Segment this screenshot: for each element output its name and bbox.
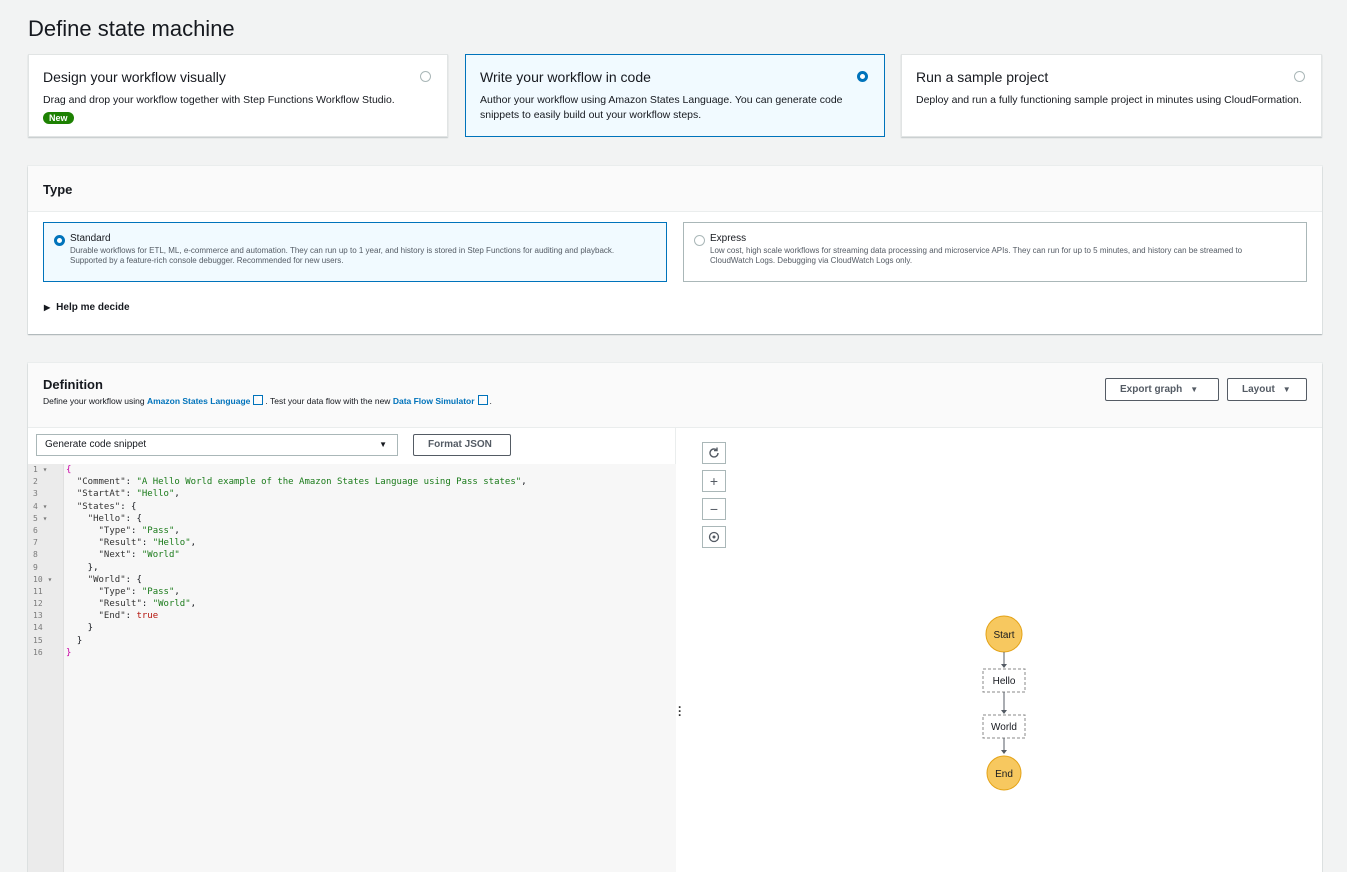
line-number: 16 [33, 647, 43, 657]
line-number: 2 [33, 477, 38, 487]
asl-link[interactable]: Amazon States Language [147, 396, 250, 406]
line-gutter: 1 ▾ 2 3 4 ▾ 5 ▾ 6 7 8 9 10 ▾ 11 12 13 14 15 16 [28, 464, 64, 872]
generate-snippet-select[interactable]: Generate code snippet ▼ [36, 434, 398, 456]
help-me-decide-toggle[interactable]: ▶ Help me decide [44, 302, 130, 313]
page-title: Define state machine [28, 16, 235, 41]
end-node-label: End [995, 769, 1013, 780]
card-desc: Author your workflow using Amazon States… [480, 94, 843, 121]
radio-write-code[interactable] [857, 71, 868, 82]
line-number: 12 [33, 599, 43, 609]
new-badge: New [43, 112, 74, 124]
line-number: 8 [33, 550, 38, 560]
arrow-icon [1001, 750, 1007, 754]
pane-resize-handle[interactable]: · · · [678, 701, 682, 721]
radio-design-visually[interactable] [420, 71, 431, 82]
type-label: Express [710, 233, 747, 244]
card-design-visually[interactable]: Design your workflow visually Drag and d… [28, 54, 448, 137]
code-body[interactable]: { "Comment": "A Hello World example of t… [66, 464, 527, 659]
caret-down-icon: ▼ [1190, 385, 1199, 394]
card-title: Run a sample project [916, 69, 1049, 85]
card-sample-project[interactable]: Run a sample project Deploy and run a fu… [901, 54, 1322, 137]
line-number: 1 ▾ [33, 465, 48, 474]
card-desc: Deploy and run a fully functioning sampl… [916, 94, 1302, 106]
type-desc: Low cost, high scale workflows for strea… [710, 246, 1243, 265]
line-number: 5 ▾ [33, 513, 48, 523]
radio-sample-project[interactable] [1294, 71, 1305, 82]
line-number: 6 [33, 525, 38, 535]
card-desc: Drag and drop your workflow together wit… [43, 94, 395, 106]
type-express-option[interactable]: Express Low cost, high scale workflows f… [683, 222, 1307, 282]
line-number: 10 ▾ [33, 574, 53, 584]
data-flow-simulator-link[interactable]: Data Flow Simulator [393, 396, 475, 406]
type-panel: Type Standard Durable workflows for ETL,… [28, 166, 1322, 334]
arrow-icon [1001, 710, 1007, 714]
layout-button[interactable]: Layout ▼ [1227, 378, 1307, 401]
caret-right-icon: ▶ [44, 303, 51, 312]
external-link-icon [253, 395, 264, 405]
type-header: Type [28, 166, 1322, 212]
code-editor-pane: Generate code snippet ▼ Format JSON 1 ▾ 2… [28, 428, 676, 872]
type-standard-option[interactable]: Standard Durable workflows for ETL, ML, … [43, 222, 667, 282]
line-number: 7 [33, 538, 38, 548]
card-write-code[interactable]: Write your workflow in code Author your … [465, 54, 885, 137]
start-node-label: Start [993, 630, 1014, 641]
workflow-graph: Start Hello World End [982, 615, 1026, 791]
line-number: 4 ▾ [33, 501, 48, 511]
line-number: 14 [33, 623, 43, 633]
external-link-icon [477, 395, 488, 405]
code-editor[interactable]: 1 ▾ 2 3 4 ▾ 5 ▾ 6 7 8 9 10 ▾ 11 12 13 14 15 16 { "Comme… [28, 464, 676, 872]
card-title: Write your workflow in code [480, 69, 651, 85]
definition-panel: Definition Define your workflow using Am… [28, 363, 1322, 872]
arrow-icon [1001, 664, 1007, 668]
type-label: Standard [70, 233, 111, 244]
help-label: Help me decide [56, 302, 130, 313]
line-number: 3 [33, 489, 38, 499]
export-graph-button[interactable]: Export graph ▼ [1105, 378, 1219, 401]
format-json-button[interactable]: Format JSON [413, 434, 511, 456]
caret-down-icon: ▼ [1282, 385, 1291, 394]
radio-standard[interactable] [54, 235, 65, 246]
radio-express[interactable] [694, 235, 705, 246]
type-desc: Durable workflows for ETL, ML, e-commerc… [70, 246, 615, 265]
line-number: 13 [33, 611, 43, 621]
definition-header: Definition Define your workflow using Am… [28, 363, 1322, 428]
hello-node-label: Hello [993, 676, 1016, 687]
line-number: 9 [33, 562, 38, 572]
caret-down-icon: ▼ [379, 440, 387, 449]
line-number: 11 [33, 586, 43, 596]
card-title: Design your workflow visually [43, 69, 226, 85]
line-number: 15 [33, 635, 43, 645]
graph-pane: + − Start Hello World End [688, 428, 1322, 872]
world-node-label: World [991, 722, 1017, 733]
